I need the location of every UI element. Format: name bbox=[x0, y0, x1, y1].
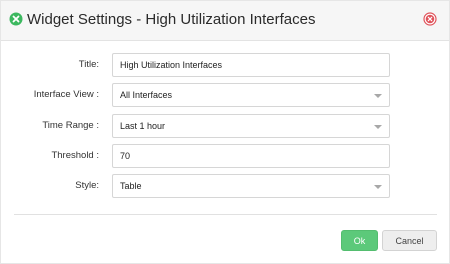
threshold-input[interactable]: 70 bbox=[112, 144, 390, 168]
footer-divider bbox=[14, 214, 437, 215]
interface-view-label: Interface View : bbox=[33, 89, 99, 100]
cancel-button[interactable]: Cancel bbox=[382, 230, 437, 251]
threshold-label: Threshold : bbox=[51, 150, 99, 161]
time-range-select[interactable]: Last 1 hour bbox=[112, 114, 390, 138]
time-range-value: Last 1 hour bbox=[120, 121, 166, 131]
dialog-header: Widget Settings - High Utilization Inter… bbox=[1, 1, 449, 41]
time-range-row: Time Range : Last 1 hour bbox=[1, 114, 449, 138]
threshold-row: Threshold : 70 bbox=[1, 144, 449, 168]
chevron-down-icon bbox=[374, 94, 382, 98]
style-value: Table bbox=[120, 181, 142, 191]
dialog-title: Widget Settings - High Utilization Inter… bbox=[27, 11, 316, 28]
time-range-label: Time Range : bbox=[42, 120, 99, 131]
close-icon[interactable] bbox=[423, 12, 437, 26]
title-row: Title: High Utilization Interfaces bbox=[1, 53, 449, 77]
interface-view-value: All Interfaces bbox=[120, 90, 173, 100]
style-label: Style: bbox=[75, 180, 99, 191]
widget-settings-dialog: Widget Settings - High Utilization Inter… bbox=[0, 0, 450, 264]
chevron-down-icon bbox=[374, 185, 382, 189]
style-row: Style: Table bbox=[1, 174, 449, 198]
title-label: Title: bbox=[78, 59, 99, 70]
title-input[interactable]: High Utilization Interfaces bbox=[112, 53, 390, 77]
interface-view-row: Interface View : All Interfaces bbox=[1, 83, 449, 107]
style-select[interactable]: Table bbox=[112, 174, 390, 198]
ok-button[interactable]: Ok bbox=[341, 230, 378, 251]
interface-view-select[interactable]: All Interfaces bbox=[112, 83, 390, 107]
widget-settings-icon bbox=[9, 12, 23, 26]
chevron-down-icon bbox=[374, 125, 382, 129]
